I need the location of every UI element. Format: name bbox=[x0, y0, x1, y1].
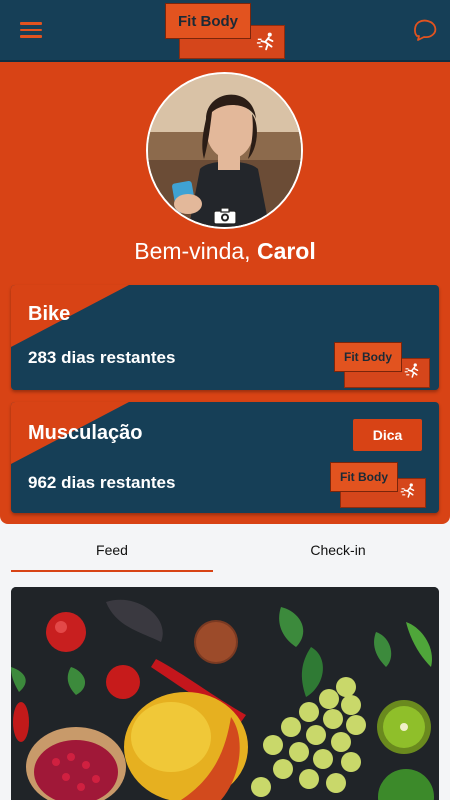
user-name: Carol bbox=[256, 238, 316, 264]
top-app-bar: Fit Body bbox=[0, 0, 450, 62]
feed-post-image[interactable] bbox=[11, 587, 439, 800]
chat-bubble-icon[interactable] bbox=[412, 16, 438, 42]
welcome-text: Bem-vinda, Carol bbox=[0, 238, 450, 265]
fit-body-logo: Fit Body bbox=[330, 462, 426, 508]
tab-check-in[interactable]: Check-in bbox=[237, 530, 439, 570]
card-title: Musculação bbox=[28, 422, 143, 444]
activity-card-bike[interactable]: Bike 283 dias restantes Fit Body bbox=[11, 285, 439, 390]
camera-icon[interactable] bbox=[213, 207, 237, 225]
logo-text: Fit Body bbox=[334, 342, 402, 372]
hamburger-menu-icon[interactable] bbox=[20, 22, 42, 38]
profile-photo bbox=[148, 74, 301, 227]
runner-icon bbox=[404, 363, 419, 378]
remaining-days: 962 dias restantes bbox=[28, 473, 176, 492]
logo-text: Fit Body bbox=[330, 462, 398, 492]
tip-button[interactable]: Dica bbox=[353, 419, 422, 451]
remaining-days: 283 dias restantes bbox=[28, 348, 176, 367]
fit-body-logo: Fit Body bbox=[165, 3, 287, 59]
fit-body-logo: Fit Body bbox=[334, 342, 430, 388]
vegetables-photo bbox=[11, 587, 439, 800]
greeting-text: Bem-vinda, bbox=[134, 238, 251, 264]
activity-card-musculacao[interactable]: Musculação Dica 962 dias restantes Fit B… bbox=[11, 402, 439, 513]
profile-section: Bem-vinda, Carol Bike 283 dias restantes… bbox=[0, 62, 450, 524]
runner-icon bbox=[256, 32, 274, 51]
runner-icon bbox=[400, 483, 415, 498]
tab-feed[interactable]: Feed bbox=[11, 530, 213, 572]
card-title: Bike bbox=[28, 303, 71, 325]
logo-text: Fit Body bbox=[165, 3, 251, 39]
avatar[interactable] bbox=[146, 72, 303, 229]
